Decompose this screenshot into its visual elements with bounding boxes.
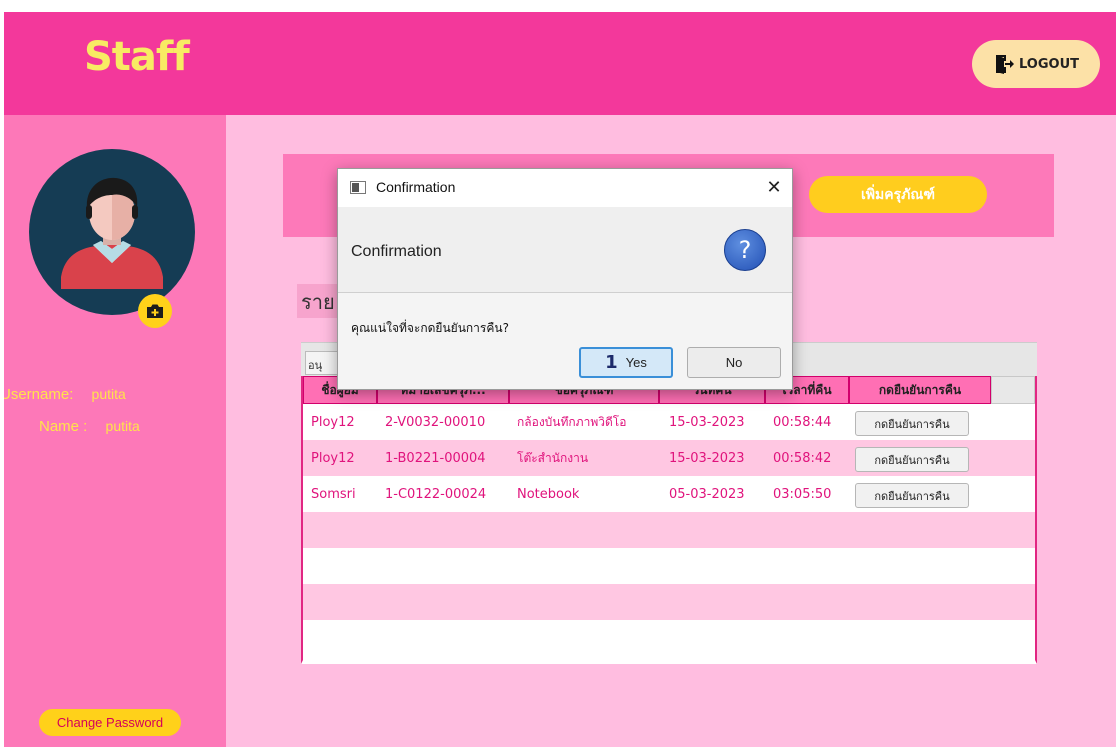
header-bar: Staff LOGOUT	[4, 12, 1116, 115]
change-password-button[interactable]: Change Password	[39, 709, 181, 736]
user-avatar-icon	[61, 177, 163, 289]
avatar[interactable]	[29, 149, 195, 315]
cell-time: 00:58:42	[773, 450, 832, 466]
table-row[interactable]: Ploy12 2-V0032-00010 กล้องบันทึกภาพวิดีโ…	[303, 404, 1035, 440]
username-value: putita	[91, 386, 126, 402]
column-header-action[interactable]: กดยืนยันการคืน	[849, 376, 991, 404]
cell-date: 05-03-2023	[669, 486, 745, 502]
column-header-filler	[991, 376, 1035, 404]
table-row[interactable]: Ploy12 1-B0221-00004 โต๊ะสำนักงาน 15-03-…	[303, 440, 1035, 476]
avatar-container	[29, 149, 195, 315]
cell-number: 1-C0122-00024	[385, 486, 487, 502]
logout-button[interactable]: LOGOUT	[972, 40, 1100, 88]
question-icon: ?	[724, 229, 766, 271]
username-label: Username:	[4, 386, 74, 403]
close-icon[interactable]: ✕	[762, 175, 786, 199]
confirm-return-button[interactable]: กดยืนยันการคืน	[855, 411, 969, 436]
camera-add-icon	[147, 304, 163, 318]
cell-name: กล้องบันทึกภาพวิดีโอ	[517, 414, 627, 429]
cell-time: 03:05:50	[773, 486, 832, 502]
cell-name: โต๊ะสำนักงาน	[517, 450, 589, 465]
cell-borrower: Ploy12	[311, 450, 355, 466]
dialog-header-text: Confirmation	[351, 243, 442, 260]
cell-time: 00:58:44	[773, 414, 832, 430]
dialog-window-title: Confirmation	[376, 179, 456, 195]
logout-label: LOGOUT	[1018, 56, 1080, 72]
yes-button-label: Yes	[625, 355, 647, 370]
name-row: Name : putita	[39, 418, 140, 435]
cell-borrower: Somsri	[311, 486, 356, 502]
empty-row	[303, 512, 1035, 548]
sidebar: Username: putita Name : putita Change Pa…	[4, 115, 226, 747]
cell-number: 1-B0221-00004	[385, 450, 486, 466]
yes-button[interactable]: 1 Yes	[579, 347, 673, 378]
confirm-return-button[interactable]: กดยืนยันการคืน	[855, 483, 969, 508]
confirmation-dialog: Confirmation ✕ Confirmation ? คุณแน่ใจที…	[337, 168, 793, 390]
page-title: Staff	[84, 34, 190, 80]
change-photo-button[interactable]	[138, 294, 172, 328]
yes-step-marker: 1	[605, 352, 618, 373]
add-equipment-button[interactable]: เพิ่มครุภัณฑ์	[809, 176, 987, 213]
cell-number: 2-V0032-00010	[385, 414, 486, 430]
table-row[interactable]: Somsri 1-C0122-00024 Notebook 05-03-2023…	[303, 476, 1035, 512]
username-row: Username: putita	[4, 386, 126, 403]
returns-table-area: อนุ ชื่อผู้ยืม หมายเลขครุภั... ชื่อครุภั…	[301, 342, 1037, 664]
window-app-icon	[350, 181, 366, 194]
logout-icon	[993, 53, 1015, 75]
dialog-message: คุณแน่ใจที่จะกดยืนยันการคืน?	[351, 321, 509, 335]
cell-name: Notebook	[517, 486, 580, 502]
name-value: putita	[105, 418, 140, 434]
cell-date: 15-03-2023	[669, 414, 745, 430]
confirm-return-button[interactable]: กดยืนยันการคืน	[855, 447, 969, 472]
dialog-titlebar[interactable]: Confirmation ✕	[338, 169, 792, 207]
cell-borrower: Ploy12	[311, 414, 355, 430]
dialog-header: Confirmation ?	[338, 207, 792, 293]
name-label: Name :	[39, 418, 88, 435]
section-title: ราย	[297, 284, 337, 318]
no-button[interactable]: No	[687, 347, 781, 378]
cell-date: 15-03-2023	[669, 450, 745, 466]
empty-row	[303, 548, 1035, 584]
empty-row	[303, 584, 1035, 620]
app-window: Staff LOGOUT Username: putita Name: put…	[4, 12, 1116, 747]
returns-table: ชื่อผู้ยืม หมายเลขครุภั... ชื่อครุภัณฑ์ …	[301, 376, 1037, 664]
